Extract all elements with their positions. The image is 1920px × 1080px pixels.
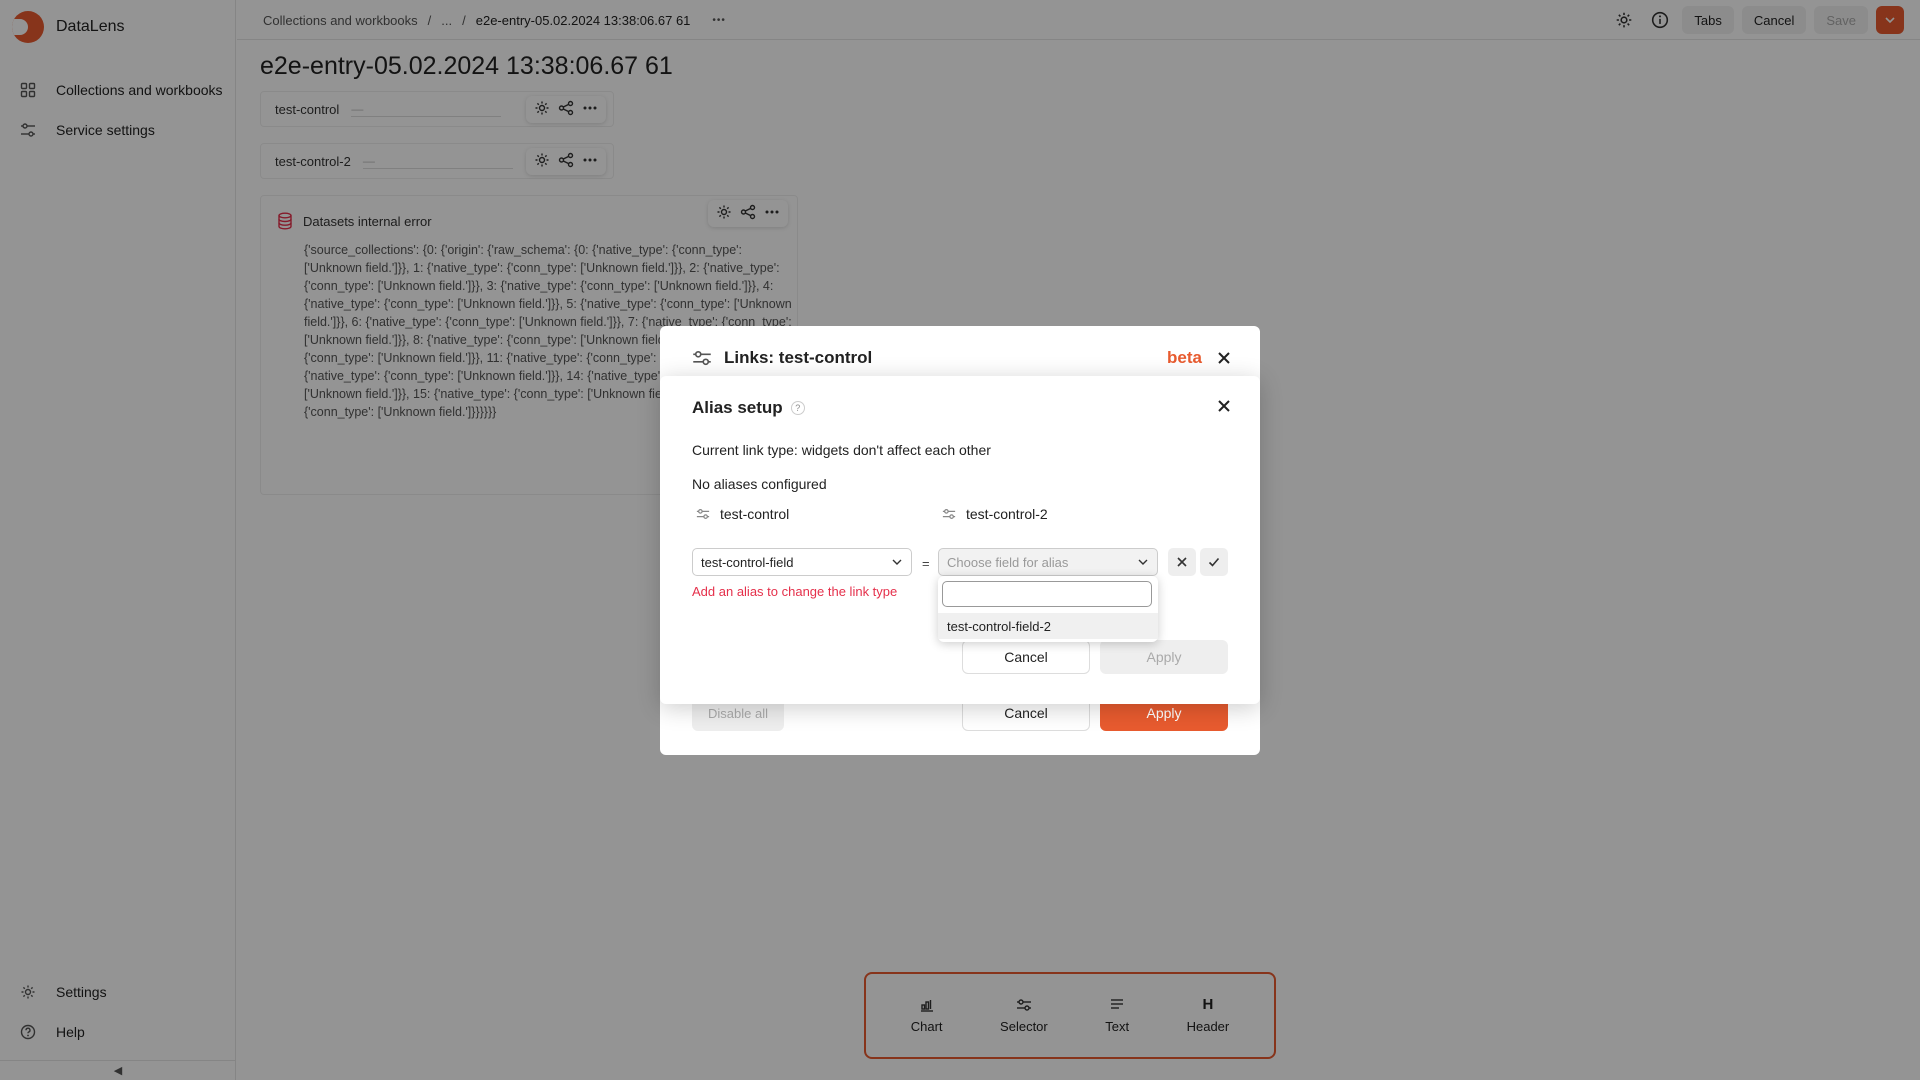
dropdown-option[interactable]: test-control-field-2 (938, 613, 1158, 639)
sliders-icon (693, 350, 711, 366)
left-field-select[interactable]: test-control-field (692, 548, 912, 576)
right-field-placeholder: Choose field for alias (947, 554, 1069, 570)
no-aliases-text: No aliases configured (692, 476, 827, 492)
alias-dialog-title: Alias setup (692, 398, 783, 417)
field-dropdown-popup: test-control-field-2 (938, 576, 1158, 642)
close-icon (1218, 400, 1230, 412)
alias-cancel-button[interactable]: Cancel (962, 640, 1090, 674)
links-dialog-title: Links: test-control (724, 348, 873, 367)
sliders-icon (942, 509, 956, 519)
alias-left-widget: test-control (696, 506, 789, 522)
confirm-alias-button[interactable] (1200, 548, 1228, 576)
right-widget-name: test-control-2 (966, 506, 1048, 522)
beta-badge: beta (1167, 348, 1202, 367)
dropdown-search-input[interactable] (942, 581, 1152, 607)
link-type-text: Current link type: widgets don't affect … (692, 442, 991, 458)
chevron-down-icon (1138, 559, 1148, 565)
clear-alias-button[interactable] (1168, 548, 1196, 576)
alias-right-widget: test-control-2 (942, 506, 1048, 522)
left-widget-name: test-control (720, 506, 790, 522)
help-icon[interactable]: ? (790, 401, 805, 415)
equals-sign: = (922, 556, 930, 571)
alias-setup-dialog: Alias setup ? Current link type: widgets… (660, 376, 1260, 704)
right-field-select[interactable]: Choose field for alias (938, 548, 1158, 576)
close-icon (1177, 557, 1187, 567)
links-dialog-header: Links: test-control (692, 348, 872, 368)
close-icon (1218, 352, 1230, 364)
check-icon (1208, 557, 1220, 567)
alias-close-button[interactable] (1216, 398, 1232, 417)
alias-dialog-header: Alias setup ? (692, 398, 805, 418)
left-field-value: test-control-field (701, 554, 794, 570)
sliders-icon (696, 509, 710, 519)
links-close-button[interactable] (1216, 350, 1232, 369)
chevron-down-icon (892, 559, 902, 565)
alias-apply-button[interactable]: Apply (1100, 640, 1228, 674)
alias-error-text: Add an alias to change the link type (692, 584, 898, 599)
